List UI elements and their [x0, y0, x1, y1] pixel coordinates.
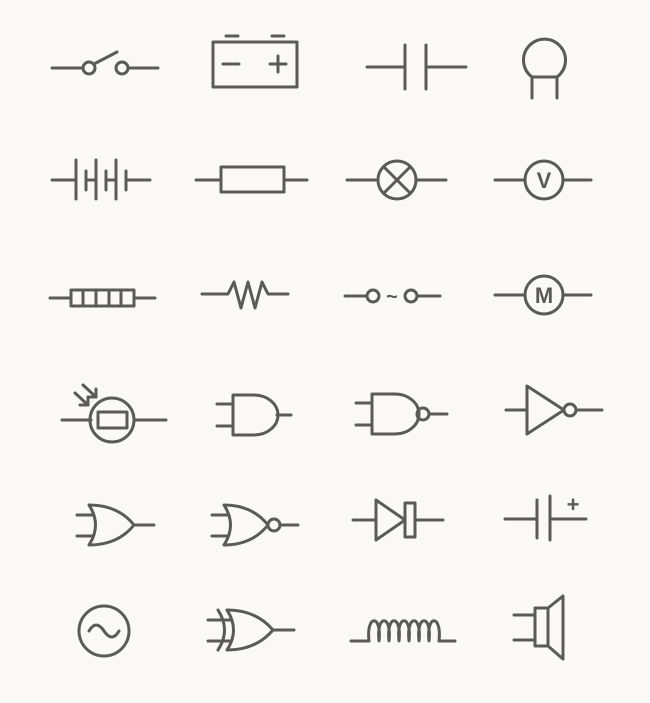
ac-supply-tilde: ~ [386, 286, 398, 308]
lamp-icon [345, 159, 448, 201]
xor-gate-icon [206, 608, 296, 652]
motor-letter: M [535, 283, 553, 308]
voltmeter-letter: V [537, 168, 552, 193]
resistor-icon [194, 165, 309, 194]
and-gate-icon [215, 393, 293, 437]
zigzag-resistor-icon [200, 280, 290, 310]
thermistor-icon [522, 37, 567, 100]
battery-icon [211, 34, 299, 89]
symbol-grid: V ~ M + [0, 0, 650, 703]
multi-cell-battery-icon [50, 158, 152, 201]
polarized-capacitor-plus: + [567, 492, 580, 517]
or-gate-icon [75, 503, 156, 547]
not-gate-icon [504, 384, 604, 436]
heater-icon [48, 288, 157, 308]
ldr-icon [60, 383, 168, 444]
inductor-icon [349, 619, 457, 643]
capacitor-icon [365, 43, 468, 91]
speaker-icon [512, 594, 565, 661]
switch-icon [50, 50, 160, 76]
nand-gate-icon [354, 392, 449, 436]
nor-gate-icon [210, 503, 300, 547]
diode-icon [351, 498, 445, 542]
ac-source-icon [77, 604, 131, 658]
symbol-canvas: V ~ M + [48, 34, 604, 661]
